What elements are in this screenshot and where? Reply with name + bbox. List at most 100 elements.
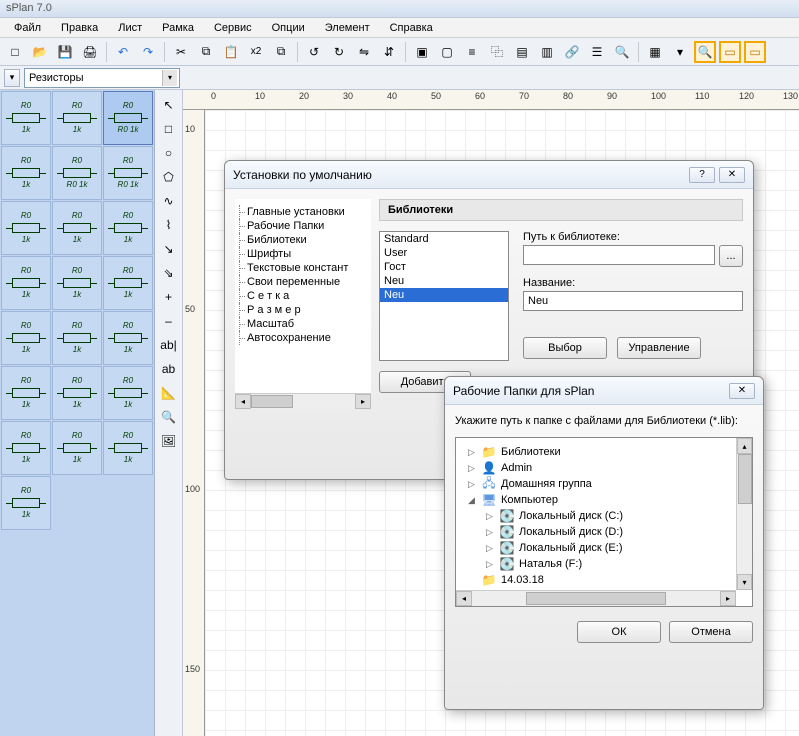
palette-item[interactable]: R01k (52, 421, 102, 475)
path-input[interactable] (523, 245, 715, 265)
menu-options[interactable]: Опции (262, 20, 315, 36)
scroll-left-icon[interactable]: ◂ (235, 394, 251, 409)
palette-item[interactable]: R01k (1, 421, 51, 475)
open-button[interactable]: 📂 (29, 41, 51, 63)
tool-button-10[interactable]: ab| (158, 334, 180, 356)
folder-node[interactable]: ▷🖧Домашняя группа (462, 476, 746, 492)
tool-button-0[interactable]: ↖ (158, 94, 180, 116)
palette-item[interactable]: R0R0 1k (103, 146, 153, 200)
link-button[interactable]: 🔗 (561, 41, 583, 63)
tool-button-2[interactable]: ○ (158, 142, 180, 164)
palette-item[interactable]: R01k (1, 476, 51, 530)
menu-service[interactable]: Сервис (204, 20, 262, 36)
palette-item[interactable]: R01k (1, 146, 51, 200)
align-button[interactable]: ≡ (461, 41, 483, 63)
folder-node[interactable]: ▷💽Локальный диск (C:) (462, 508, 746, 524)
tree-item[interactable]: Библиотеки (239, 233, 367, 247)
folder-dialog-titlebar[interactable]: Рабочие Папки для sPlan ✕ (445, 377, 763, 405)
tree-item[interactable]: Автосохранение (239, 331, 367, 345)
expand-icon[interactable]: ▷ (484, 559, 495, 570)
palette-item[interactable]: R01k (1, 311, 51, 365)
scroll-right-icon[interactable]: ▸ (355, 394, 371, 409)
tool-button-11[interactable]: ab (158, 358, 180, 380)
palette-item[interactable]: R0R0 1k (103, 91, 153, 145)
tree-item[interactable]: Р а з м е р (239, 303, 367, 317)
tool-button-4[interactable]: ∿ (158, 190, 180, 212)
list-button[interactable]: ☰ (586, 41, 608, 63)
ok-button[interactable]: ОК (577, 621, 661, 643)
palette-item[interactable]: R01k (1, 91, 51, 145)
scroll-thumb[interactable] (526, 592, 666, 605)
zoomfit-button[interactable]: 🔍 (694, 41, 716, 63)
cut-button[interactable]: ✂ (170, 41, 192, 63)
tool-button-12[interactable]: 📐 (158, 382, 180, 404)
flip-h-button[interactable]: ⇋ (353, 41, 375, 63)
palette-item[interactable]: R01k (52, 311, 102, 365)
menu-element[interactable]: Элемент (315, 20, 380, 36)
folder-node[interactable]: ▷📁Библиотеки (462, 444, 746, 460)
palette-item[interactable]: R01k (1, 366, 51, 420)
expand-icon[interactable]: ▷ (466, 479, 477, 490)
tool-button-8[interactable]: + (158, 286, 180, 308)
new-button[interactable]: □ (4, 41, 26, 63)
grid-button[interactable]: ▦ (644, 41, 666, 63)
folder-tree[interactable]: ▷📁Библиотеки▷👤Admin▷🖧Домашняя группа◢🖥Ко… (455, 437, 753, 607)
tree-item[interactable]: Рабочие Папки (239, 219, 367, 233)
folder-node[interactable]: ▷👤Admin (462, 460, 746, 476)
menu-file[interactable]: Файл (4, 20, 51, 36)
scroll-thumb[interactable] (738, 454, 752, 504)
palette-item[interactable]: R01k (52, 201, 102, 255)
expand-icon[interactable]: ▷ (466, 463, 477, 474)
scroll-left-icon[interactable]: ◂ (456, 591, 472, 606)
undo-button[interactable]: ↶ (112, 41, 134, 63)
tool-button-9[interactable]: – (158, 310, 180, 332)
tree-item[interactable]: С е т к а (239, 289, 367, 303)
palette-item[interactable]: R01k (103, 421, 153, 475)
expand-icon[interactable] (466, 575, 477, 586)
palette-item[interactable]: R01k (52, 91, 102, 145)
expand-icon[interactable]: ◢ (466, 495, 477, 506)
palette-item[interactable]: R01k (1, 256, 51, 310)
library-menu-button[interactable]: ▾ (4, 69, 20, 87)
folder-node[interactable]: ▷💽Локальный диск (E:) (462, 540, 746, 556)
paste2-button[interactable]: ⧉ (270, 41, 292, 63)
hscrollbar[interactable]: ◂ ▸ (456, 590, 736, 606)
tool-button-3[interactable]: ⬠ (158, 166, 180, 188)
expand-icon[interactable]: ▷ (466, 447, 477, 458)
redo-button[interactable]: ↷ (137, 41, 159, 63)
folder-node[interactable]: ◢🖥Компьютер (462, 492, 746, 508)
menu-edit[interactable]: Правка (51, 20, 108, 36)
list-item[interactable]: User (380, 246, 508, 260)
browse-button[interactable]: ... (719, 245, 743, 267)
tool-button-1[interactable]: □ (158, 118, 180, 140)
tool-button-7[interactable]: ⇘ (158, 262, 180, 284)
folder-node[interactable]: ▷💽Локальный диск (D:) (462, 524, 746, 540)
vscrollbar[interactable]: ▴ ▾ (736, 438, 752, 590)
tool-button-14[interactable]: 🖼 (158, 430, 180, 452)
palette-item[interactable]: R01k (103, 256, 153, 310)
expand-icon[interactable]: ▷ (484, 543, 495, 554)
palette-item[interactable]: R0R0 1k (52, 146, 102, 200)
settings-dialog-titlebar[interactable]: Установки по умолчанию ? ✕ (225, 161, 753, 189)
copy-button[interactable]: ⧉ (195, 41, 217, 63)
palette-item[interactable]: R01k (103, 366, 153, 420)
select-button[interactable]: Выбор (523, 337, 607, 359)
rotate-left-button[interactable]: ↺ (303, 41, 325, 63)
palette-item[interactable]: R01k (103, 201, 153, 255)
x2-button[interactable]: x2 (245, 41, 267, 63)
tree-item[interactable]: Свои переменные (239, 275, 367, 289)
list-item[interactable]: Standard (380, 232, 508, 246)
lock-button[interactable]: ▤ (511, 41, 533, 63)
palette-item[interactable]: R01k (103, 311, 153, 365)
find-button[interactable]: 🔍 (611, 41, 633, 63)
expand-icon[interactable]: ▷ (484, 527, 495, 538)
list-item[interactable]: Neu (380, 274, 508, 288)
tree-item[interactable]: Текстовые констант (239, 261, 367, 275)
ungroup-button[interactable]: ▢ (436, 41, 458, 63)
save-button[interactable]: 💾 (54, 41, 76, 63)
dup-button[interactable]: ⿻ (486, 41, 508, 63)
rotate-right-button[interactable]: ↻ (328, 41, 350, 63)
folder-node[interactable]: 📁14.03.18 (462, 572, 746, 588)
help-button[interactable]: ? (689, 167, 715, 183)
palette-item[interactable]: R01k (1, 201, 51, 255)
